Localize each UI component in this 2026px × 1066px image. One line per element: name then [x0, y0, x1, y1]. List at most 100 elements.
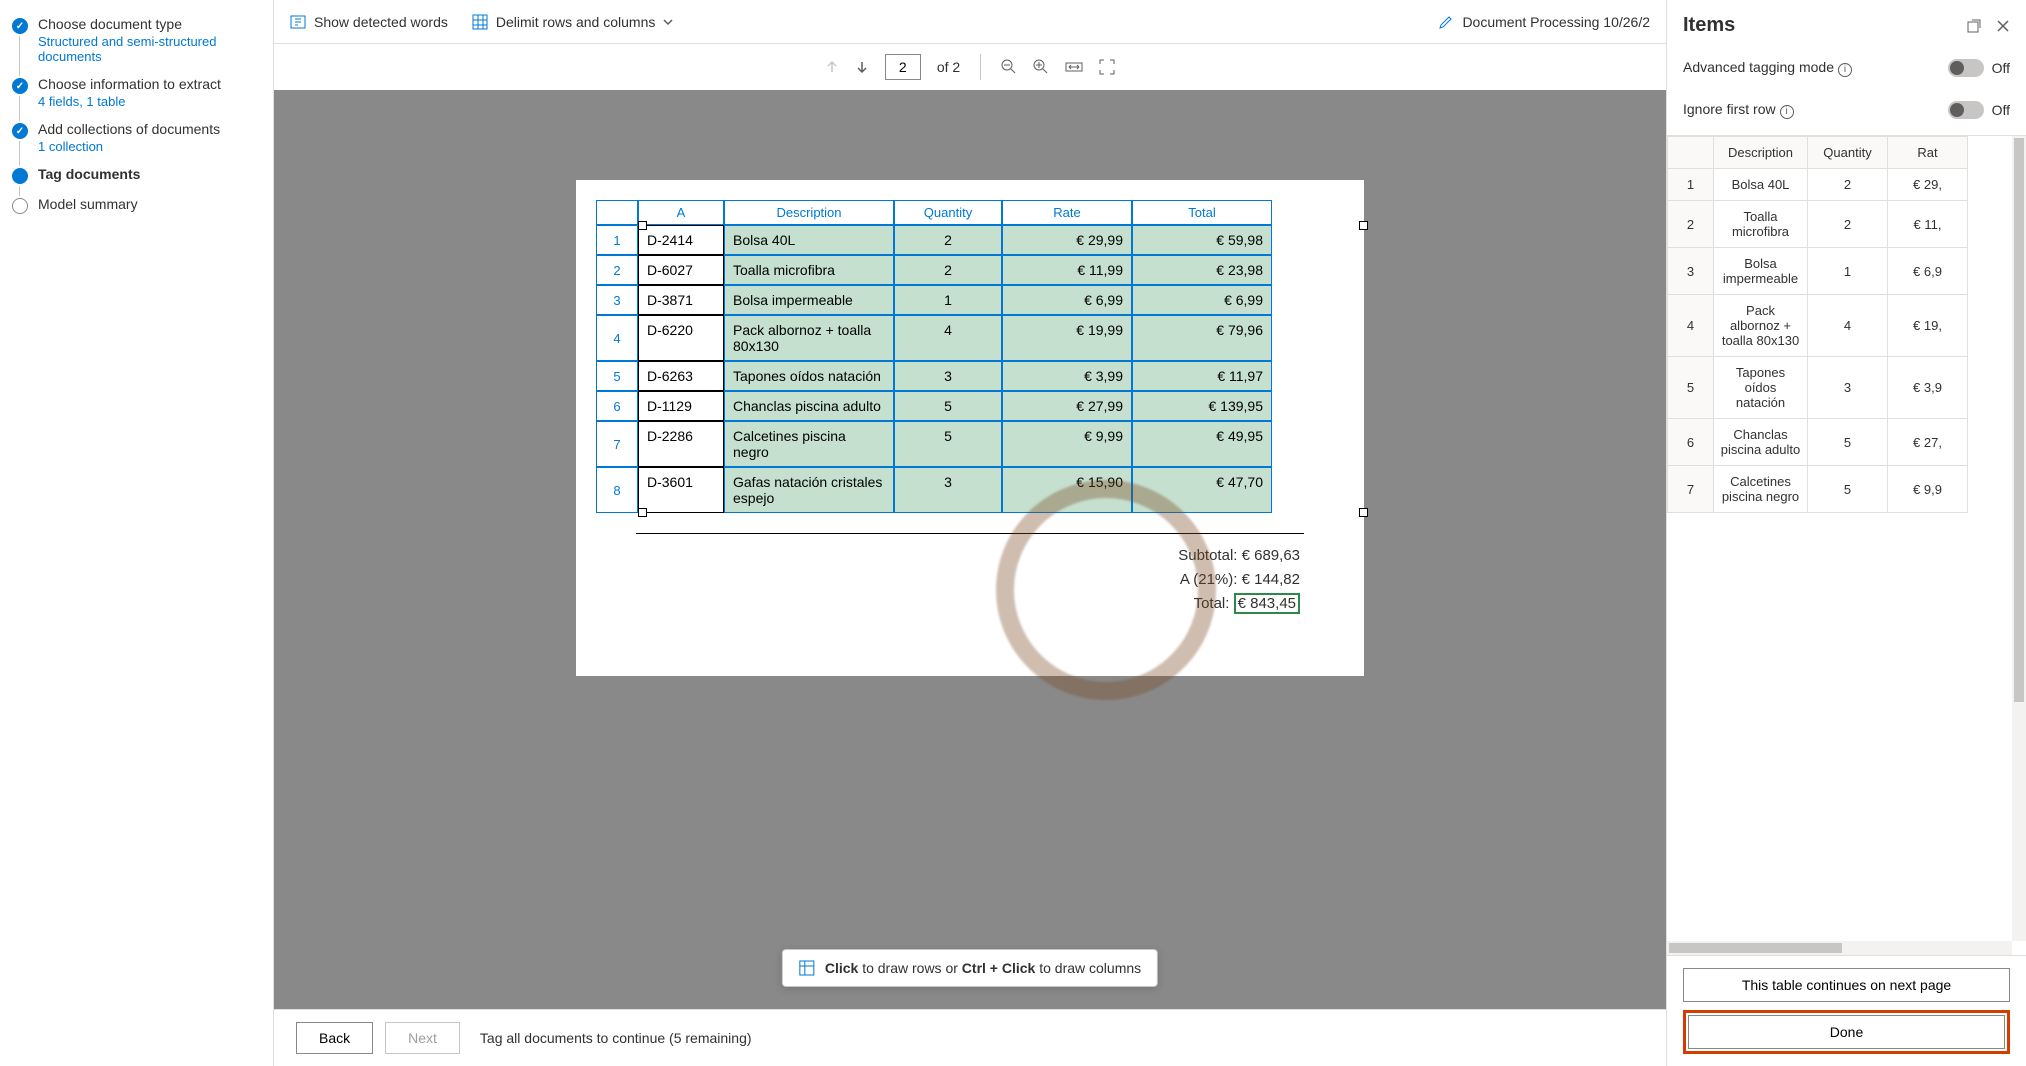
row-number[interactable]: 1: [596, 225, 638, 255]
cell-description: Pack albornoz + toalla 80x130: [1714, 295, 1808, 357]
fit-width-icon[interactable]: [1065, 60, 1083, 74]
resize-handle[interactable]: [1359, 508, 1368, 517]
done-button[interactable]: Done: [1688, 1015, 2005, 1049]
horizontal-scrollbar[interactable]: [1667, 941, 2012, 955]
cell-description: Toalla microfibra: [724, 255, 894, 285]
pencil-icon: [1438, 14, 1454, 30]
cell-description: Calcetines piscina negro: [1714, 466, 1808, 513]
cell-rate: € 11,: [1888, 201, 1968, 248]
step-title: Model summary: [38, 196, 273, 212]
zoom-out-icon[interactable]: [1001, 59, 1017, 75]
cell-code: D-6220: [638, 315, 724, 361]
close-icon[interactable]: [1996, 19, 2010, 33]
list-item[interactable]: 3Bolsa impermeable1€ 6,9: [1668, 248, 1968, 295]
back-button[interactable]: Back: [296, 1022, 373, 1054]
step-model-summary[interactable]: Model summary: [12, 196, 273, 214]
pager: of 2: [274, 44, 1666, 90]
toolbar: Show detected words Delimit rows and col…: [274, 0, 1666, 44]
step-info-extract[interactable]: Choose information to extract 4 fields, …: [12, 76, 273, 109]
cell-rate: € 19,99: [1002, 315, 1132, 361]
col-header[interactable]: Quantity: [894, 200, 1002, 225]
detection-body[interactable]: 1D-2414Bolsa 40L2€ 29,99€ 59,982D-6027To…: [596, 225, 1364, 513]
resize-handle[interactable]: [638, 221, 647, 230]
ignore-first-row-toggle[interactable]: [1948, 101, 1984, 119]
page-number-input[interactable]: [885, 54, 921, 80]
table-row[interactable]: 3D-3871Bolsa impermeable1€ 6,99€ 6,99: [596, 285, 1364, 315]
show-detected-words-button[interactable]: Show detected words: [290, 14, 448, 30]
document-viewport[interactable]: A Description Quantity Rate Total 1D-241…: [274, 90, 1666, 1009]
draw-tip: Click to draw rows or Ctrl + Click to dr…: [782, 949, 1158, 987]
list-item[interactable]: 6Chanclas piscina adulto5€ 27,: [1668, 419, 1968, 466]
col-header[interactable]: A: [638, 200, 724, 225]
row-number[interactable]: 4: [596, 315, 638, 361]
col-header[interactable]: Rate: [1002, 200, 1132, 225]
col-quantity[interactable]: Quantity: [1808, 137, 1888, 169]
cell-quantity: 1: [1808, 248, 1888, 295]
resize-handle[interactable]: [1359, 221, 1368, 230]
cell-description: Gafas natación cristales espejo: [724, 467, 894, 513]
list-item[interactable]: 2Toalla microfibra2€ 11,: [1668, 201, 1968, 248]
col-description[interactable]: Description: [1714, 137, 1808, 169]
list-item[interactable]: 7Calcetines piscina negro5€ 9,9: [1668, 466, 1968, 513]
advanced-tagging-toggle[interactable]: [1948, 59, 1984, 77]
list-item[interactable]: 4Pack albornoz + toalla 80x1304€ 19,: [1668, 295, 1968, 357]
list-item[interactable]: 1Bolsa 40L2€ 29,: [1668, 169, 1968, 201]
info-icon[interactable]: i: [1838, 63, 1852, 77]
wizard-sidebar: Choose document type Structured and semi…: [0, 0, 274, 1066]
step-title: Tag documents: [38, 166, 273, 182]
table-row[interactable]: 6D-1129Chanclas piscina adulto5€ 27,99€ …: [596, 391, 1364, 421]
fit-page-icon[interactable]: [1099, 59, 1115, 75]
cell-rate: € 11,99: [1002, 255, 1132, 285]
cell-rate: € 29,: [1888, 169, 1968, 201]
table-row[interactable]: 8D-3601Gafas natación cristales espejo3€…: [596, 467, 1364, 513]
row-number[interactable]: 5: [596, 361, 638, 391]
coffee-stain-artifact: [996, 480, 1216, 700]
items-panel: Items Advanced tagging modei Off Ignore …: [1666, 0, 2026, 1066]
step-tag-documents[interactable]: Tag documents: [12, 166, 273, 184]
cell-rate: € 6,9: [1888, 248, 1968, 295]
detection-header: A Description Quantity Rate Total: [596, 200, 1364, 225]
list-item[interactable]: 5Tapones oídos natación3€ 3,9: [1668, 357, 1968, 419]
step-document-type[interactable]: Choose document type Structured and semi…: [12, 16, 273, 64]
arrow-down-icon[interactable]: [855, 60, 869, 74]
row-number[interactable]: 7: [596, 421, 638, 467]
resize-handle[interactable]: [638, 508, 647, 517]
document-name[interactable]: Document Processing 10/26/2: [1438, 14, 1650, 30]
cell-quantity: 3: [894, 361, 1002, 391]
col-header[interactable]: Description: [724, 200, 894, 225]
arrow-up-icon[interactable]: [825, 60, 839, 74]
row-number: 3: [1668, 248, 1714, 295]
cell-quantity: 1: [894, 285, 1002, 315]
cell-total: € 49,95: [1132, 421, 1272, 467]
cell-description: Tapones oídos natación: [724, 361, 894, 391]
row-number[interactable]: 3: [596, 285, 638, 315]
cell-rate: € 3,9: [1888, 357, 1968, 419]
cell-total: € 79,96: [1132, 315, 1272, 361]
row-number[interactable]: 8: [596, 467, 638, 513]
table-row[interactable]: 1D-2414Bolsa 40L2€ 29,99€ 59,98: [596, 225, 1364, 255]
document-page: A Description Quantity Rate Total 1D-241…: [576, 180, 1364, 676]
cell-code: D-1129: [638, 391, 724, 421]
table-row[interactable]: 5D-6263Tapones oídos natación3€ 3,99€ 11…: [596, 361, 1364, 391]
col-header[interactable]: Total: [1132, 200, 1272, 225]
check-icon: [12, 123, 28, 139]
col-rate[interactable]: Rat: [1888, 137, 1968, 169]
step-subtitle: 4 fields, 1 table: [38, 94, 273, 109]
table-row[interactable]: 4D-6220Pack albornoz + toalla 80x1304€ 1…: [596, 315, 1364, 361]
vertical-scrollbar[interactable]: [2012, 136, 2026, 941]
step-collections[interactable]: Add collections of documents 1 collectio…: [12, 121, 273, 154]
zoom-in-icon[interactable]: [1033, 59, 1049, 75]
delimit-rows-columns-button[interactable]: Delimit rows and columns: [472, 14, 674, 30]
row-number[interactable]: 2: [596, 255, 638, 285]
table-continues-button[interactable]: This table continues on next page: [1683, 968, 2010, 1002]
row-number: 7: [1668, 466, 1714, 513]
cell-description: Bolsa 40L: [1714, 169, 1808, 201]
row-number[interactable]: 6: [596, 391, 638, 421]
popout-icon[interactable]: [1966, 18, 1982, 34]
cell-total: € 6,99: [1132, 285, 1272, 315]
step-title: Choose document type: [38, 16, 273, 32]
row-number: 6: [1668, 419, 1714, 466]
info-icon[interactable]: i: [1780, 105, 1794, 119]
table-row[interactable]: 7D-2286Calcetines piscina negro5€ 9,99€ …: [596, 421, 1364, 467]
table-row[interactable]: 2D-6027Toalla microfibra2€ 11,99€ 23,98: [596, 255, 1364, 285]
